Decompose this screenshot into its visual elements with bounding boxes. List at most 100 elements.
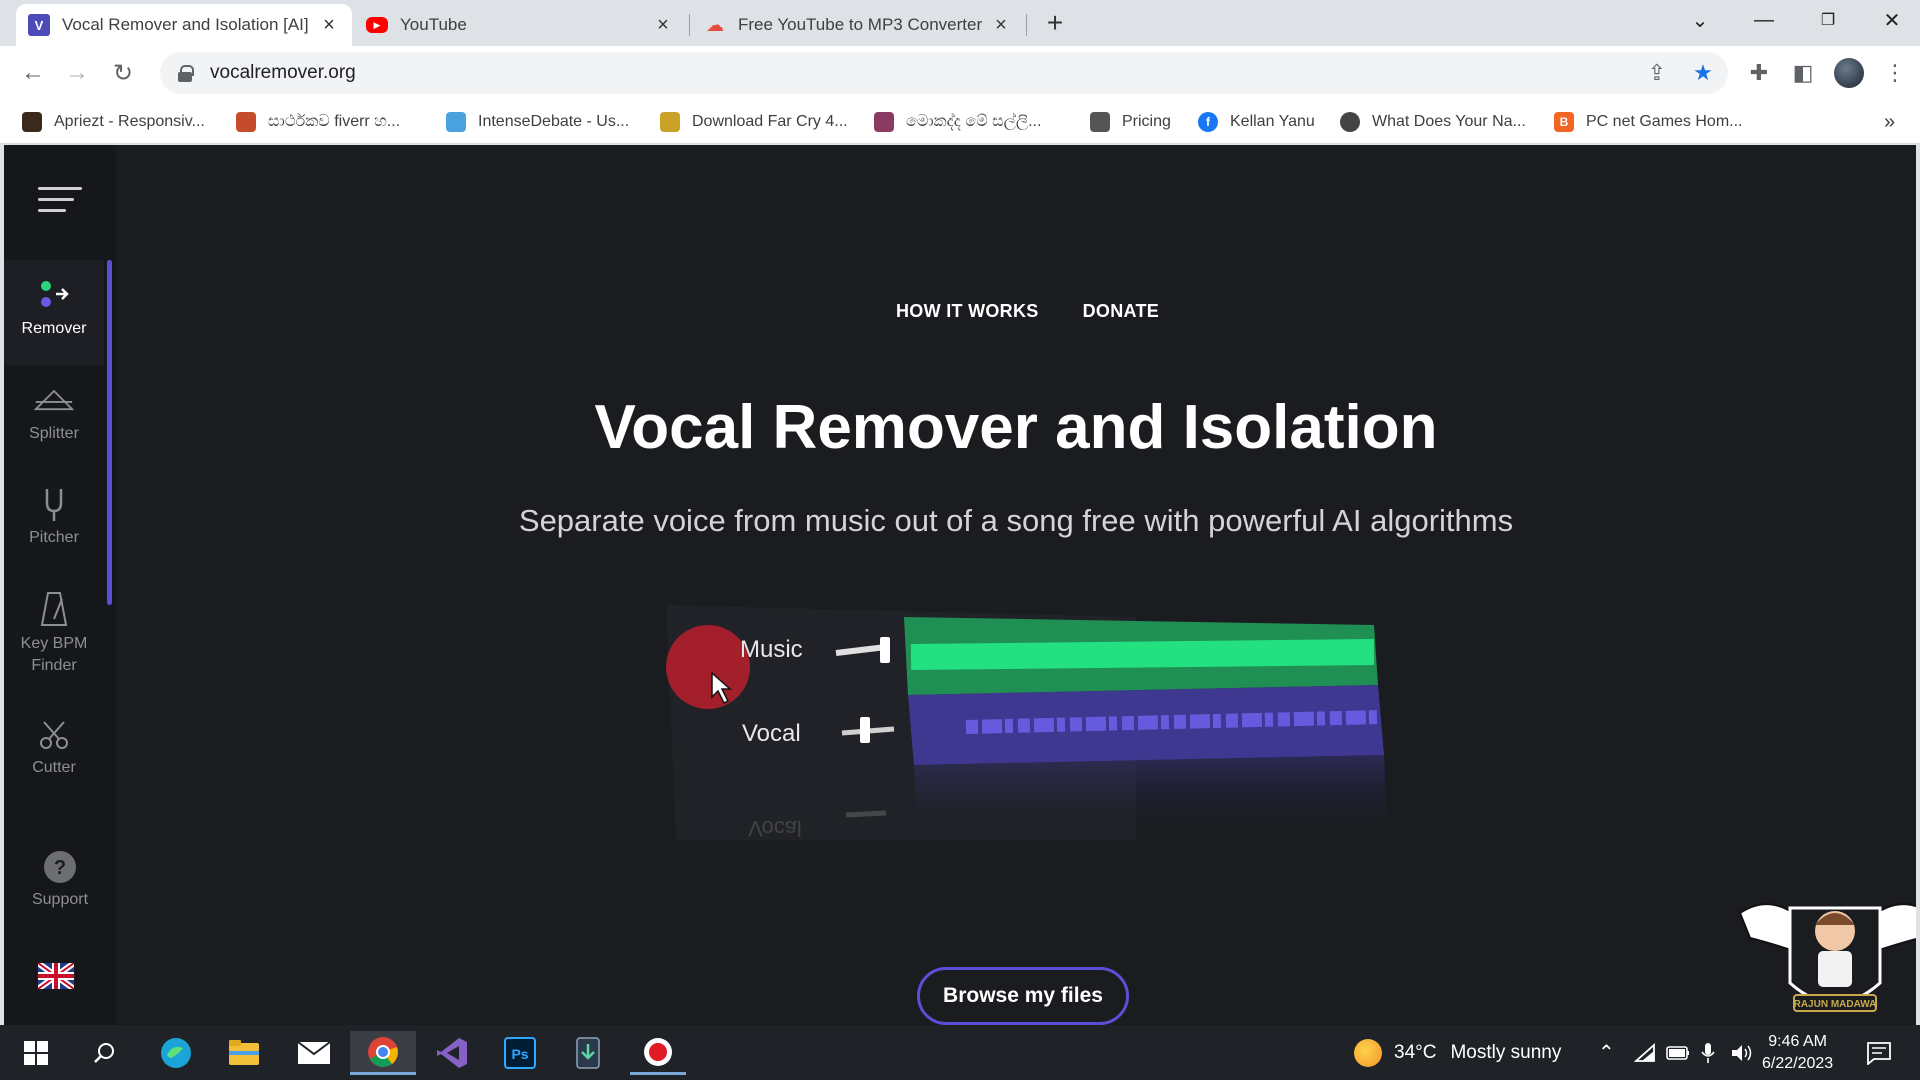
edge-icon[interactable]: [148, 1031, 204, 1075]
sidebar-item-label: Cutter: [32, 759, 76, 776]
sidebar-item-cutter[interactable]: Cutter: [4, 715, 104, 805]
sidebar-item-remover[interactable]: Remover: [4, 260, 104, 365]
facebook-icon: f: [1198, 112, 1218, 132]
notifications-icon[interactable]: [1866, 1025, 1892, 1080]
tab-title: Free YouTube to MP3 Converter: [738, 15, 983, 34]
tab-vocal-remover[interactable]: V Vocal Remover and Isolation [AI] ×: [16, 4, 352, 46]
scissors-icon: [34, 715, 74, 755]
bookmark-label: Download Far Cry 4...: [692, 113, 848, 130]
sidebar-item-splitter[interactable]: Splitter: [4, 381, 104, 471]
installer-app-icon[interactable]: [560, 1031, 616, 1075]
bookmark-item[interactable]: Download Far Cry 4...: [660, 108, 848, 136]
bookmark-item[interactable]: සාර්ථකව fiverr හ...: [236, 108, 400, 136]
bookmark-item[interactable]: Apriezt - Responsiv...: [22, 108, 205, 136]
hamburger-menu-icon[interactable]: [38, 183, 82, 215]
sidebar-item-support[interactable]: ? Support: [10, 847, 110, 937]
mail-icon[interactable]: [286, 1031, 342, 1075]
cloud-download-icon: ☁: [706, 14, 724, 35]
nav-donate[interactable]: DONATE: [1083, 301, 1159, 322]
main-area: HOW IT WORKS DONATE Vocal Remover and Is…: [116, 145, 1916, 1025]
bookmark-label: PC net Games Hom...: [1586, 113, 1743, 130]
weather-temp: 34°C: [1394, 1041, 1437, 1063]
close-tab-icon[interactable]: ×: [652, 14, 674, 36]
lock-icon[interactable]: [178, 65, 194, 82]
sidebar-item-label: Pitcher: [29, 529, 79, 546]
bookmark-label: මොකද්ද මේ සල්ලි...: [906, 113, 1042, 130]
microphone-icon[interactable]: [1700, 1025, 1716, 1080]
svg-text:?: ?: [54, 857, 66, 879]
photoshop-icon[interactable]: Ps: [492, 1031, 548, 1075]
help-icon: ?: [40, 847, 80, 887]
youtube-icon: ▶: [366, 17, 388, 33]
bookmark-favicon-icon: [446, 112, 466, 132]
new-tab-icon[interactable]: +: [1041, 9, 1069, 38]
page-subtitle: Separate voice from music out of a song …: [518, 503, 1514, 538]
address-bar[interactable]: vocalremover.org: [160, 52, 1728, 94]
bookmark-label: IntenseDebate - Us...: [478, 113, 630, 130]
uk-flag-icon[interactable]: [36, 960, 76, 992]
tray-chevron-icon[interactable]: ⌃: [1598, 1025, 1615, 1080]
forward-icon[interactable]: →: [60, 56, 94, 90]
nav-how-it-works[interactable]: HOW IT WORKS: [896, 301, 1039, 322]
tab-mp3-converter[interactable]: ☁ Free YouTube to MP3 Converter ×: [692, 4, 1024, 46]
bookmark-item[interactable]: IntenseDebate - Us...: [446, 108, 629, 136]
bookmark-item[interactable]: B PC net Games Hom...: [1554, 108, 1743, 136]
close-tab-icon[interactable]: ×: [318, 14, 340, 36]
tab-youtube[interactable]: ▶ YouTube ×: [354, 4, 686, 46]
wifi-icon[interactable]: [1634, 1025, 1656, 1080]
system-clock[interactable]: 9:46 AM 6/22/2023: [1762, 1031, 1833, 1075]
weather-widget[interactable]: 34°C Mostly sunny: [1354, 1025, 1561, 1080]
bookmark-star-icon[interactable]: ★: [1688, 58, 1718, 88]
tab-separator: [689, 14, 690, 36]
tab-separator: [1026, 14, 1027, 36]
restore-icon[interactable]: ❐: [1808, 4, 1848, 36]
menu-kebab-icon[interactable]: ⋮: [1880, 58, 1910, 88]
minimize-icon[interactable]: —: [1744, 4, 1784, 36]
bookmark-item[interactable]: f Kellan Yanu: [1198, 108, 1315, 136]
windows-taskbar: Ps 34°C Mostly sunny ⌃ 9:46 AM 6/22/2023: [0, 1025, 1920, 1080]
clock-time: 9:46 AM: [1768, 1033, 1827, 1050]
weather-sun-icon: [1354, 1038, 1382, 1067]
bookmarks-overflow-icon[interactable]: »: [1884, 108, 1895, 136]
windows-start-icon[interactable]: [8, 1031, 64, 1075]
track-label-vocal[interactable]: Vocal: [742, 720, 801, 747]
sidebar-item-pitcher[interactable]: Pitcher: [4, 485, 104, 575]
chrome-icon[interactable]: [350, 1031, 416, 1075]
search-icon[interactable]: [76, 1031, 132, 1075]
remover-icon: [34, 276, 74, 316]
browser-toolbar: ← → ↻ vocalremover.org ⇪ ★ ✚ ◧ ⋮: [0, 46, 1920, 100]
tab-search-icon[interactable]: ⌄: [1680, 4, 1720, 36]
profile-avatar[interactable]: [1834, 58, 1864, 88]
hero-visual: Music Vocal Vocal: [636, 605, 1516, 895]
bookmark-item[interactable]: මොකද්ද මේ සල්ලි...: [874, 108, 1041, 136]
visual-studio-icon[interactable]: [424, 1031, 480, 1075]
url-text: vocalremover.org: [210, 62, 356, 83]
track-mixer-illustration: Music Vocal Vocal: [666, 605, 1388, 841]
browser-window: V Vocal Remover and Isolation [AI] × ▶ Y…: [0, 0, 1920, 1080]
file-explorer-icon[interactable]: [216, 1031, 272, 1075]
sidebar-item-key-bpm-finder[interactable]: Key BPM Finder: [4, 589, 104, 693]
bookmark-item[interactable]: Pricing: [1090, 108, 1171, 136]
track-label-reflection: Vocal: [748, 816, 802, 841]
bookmark-favicon-icon: [22, 112, 42, 132]
share-icon[interactable]: ⇪: [1642, 58, 1672, 88]
extensions-icon[interactable]: ✚: [1744, 58, 1774, 88]
sidebar-scrollbar[interactable]: [107, 260, 112, 605]
reload-icon[interactable]: ↻: [106, 56, 140, 90]
globe-icon: [1340, 112, 1360, 132]
screen-recorder-icon[interactable]: [630, 1031, 686, 1075]
close-tab-icon[interactable]: ×: [990, 14, 1012, 36]
close-window-icon[interactable]: ✕: [1872, 4, 1912, 36]
side-panel-icon[interactable]: ◧: [1788, 58, 1818, 88]
bookmark-label: Apriezt - Responsiv...: [54, 113, 205, 130]
browse-files-button[interactable]: Browse my files: [917, 967, 1129, 1025]
track-label-music[interactable]: Music: [740, 636, 803, 663]
watermark-text: RAJUN MADAWA: [1794, 999, 1877, 1010]
sidebar-item-label: Key BPM Finder: [20, 635, 88, 674]
bookmark-label: What Does Your Na...: [1372, 113, 1526, 130]
battery-icon[interactable]: [1666, 1025, 1690, 1080]
bookmark-item[interactable]: What Does Your Na...: [1340, 108, 1526, 136]
volume-icon[interactable]: [1730, 1025, 1754, 1080]
back-icon[interactable]: ←: [16, 56, 50, 90]
clock-date: 6/22/2023: [1762, 1055, 1834, 1072]
